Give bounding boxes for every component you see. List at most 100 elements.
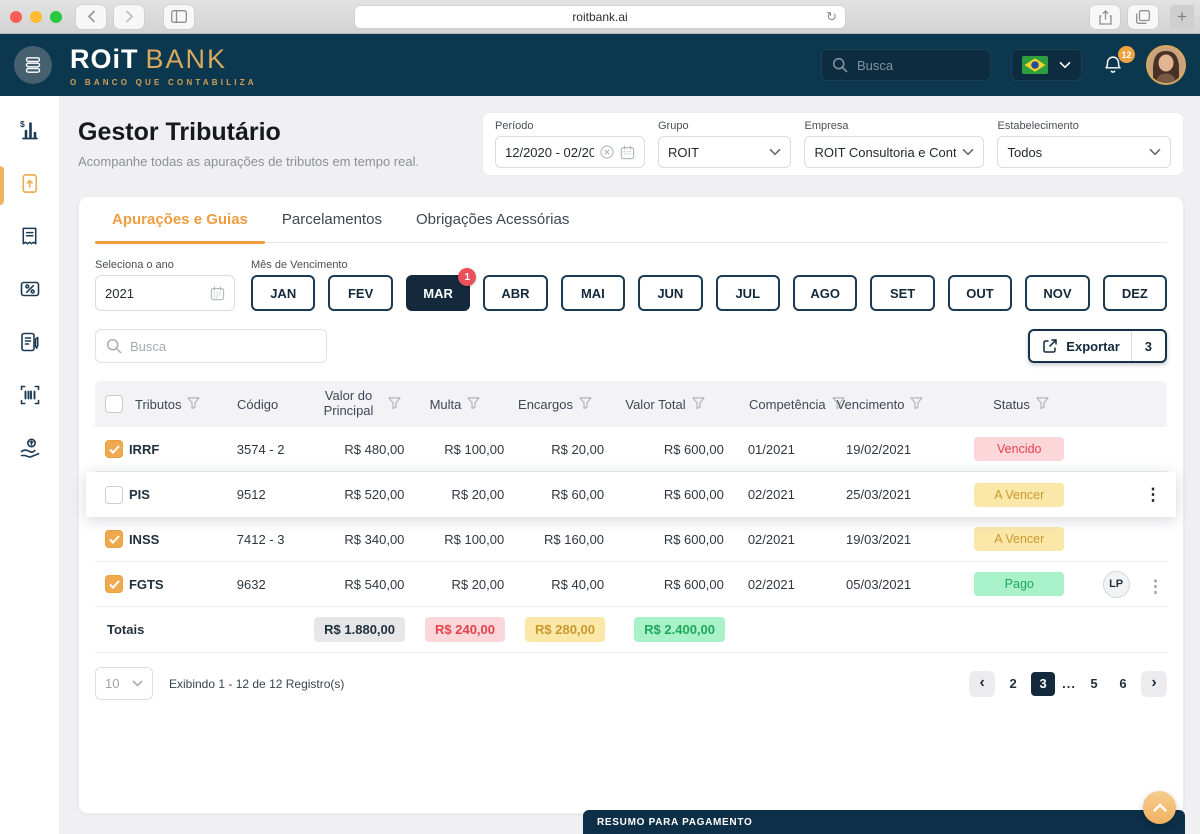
forward-button[interactable]	[114, 5, 144, 29]
minimize-window-button[interactable]	[30, 11, 42, 23]
row-menu-button[interactable]: ⋮	[1145, 486, 1162, 503]
column-header-compet-ncia[interactable]: Competência	[725, 397, 813, 412]
lp-tag-badge[interactable]: LP	[1103, 571, 1130, 598]
row-checkbox[interactable]	[105, 440, 123, 458]
filter-funnel-icon[interactable]	[1036, 397, 1049, 412]
tab-apura-es-e-guias[interactable]: Apurações e Guias	[95, 211, 265, 242]
sidebar-item-analytics[interactable]: $	[0, 106, 59, 159]
page-button-3[interactable]: 3	[1031, 672, 1055, 696]
row-checkbox[interactable]	[105, 486, 123, 504]
month-button-set[interactable]: SET	[870, 275, 934, 311]
table-search[interactable]	[95, 329, 327, 363]
column-header-vencimento[interactable]: Vencimento	[813, 397, 947, 412]
month-button-mai[interactable]: MAI	[561, 275, 625, 311]
sidebar-item-contracts[interactable]	[0, 318, 59, 371]
month-button-dez[interactable]: DEZ	[1103, 275, 1167, 311]
filter-funnel-icon[interactable]	[910, 397, 923, 409]
page-size-select[interactable]: 10	[95, 667, 153, 700]
table-row-inss[interactable]: INSS7412 - 3R$ 340,00R$ 100,00R$ 160,00R…	[95, 517, 1167, 562]
filter-select[interactable]: ROIT Consultoria e Contabili...	[804, 136, 984, 168]
sidebar-item-tax-manager[interactable]	[0, 159, 59, 212]
clear-icon[interactable]	[600, 145, 614, 159]
column-header-multa[interactable]: Multa	[405, 397, 505, 412]
month-button-jun[interactable]: JUN	[638, 275, 702, 311]
share-button[interactable]	[1090, 5, 1120, 29]
page-button-6[interactable]: 6	[1112, 672, 1134, 696]
sidebar-item-payments[interactable]	[0, 424, 59, 477]
language-selector[interactable]	[1011, 49, 1082, 81]
user-avatar[interactable]	[1146, 45, 1186, 85]
main-menu-button[interactable]	[14, 46, 52, 84]
sidebar-item-receipts[interactable]	[0, 212, 59, 265]
month-button-nov[interactable]: NOV	[1025, 275, 1089, 311]
column-header-c-digo[interactable]: Código	[223, 397, 311, 412]
column-header-valor-total[interactable]: Valor Total	[605, 397, 725, 412]
filter-select[interactable]: ROIT	[658, 136, 791, 168]
tab-parcelamentos[interactable]: Parcelamentos	[265, 211, 399, 242]
table-search-input[interactable]	[130, 339, 300, 354]
reload-icon[interactable]: ↻	[826, 9, 837, 25]
back-button[interactable]	[76, 5, 106, 29]
notifications-button[interactable]: 12	[1102, 53, 1126, 77]
content-card: Apurações e GuiasParcelamentosObrigações…	[78, 196, 1184, 814]
column-header-valor-do-principal[interactable]: Valor do Principal	[311, 389, 405, 419]
filter-funnel-icon[interactable]	[1036, 397, 1049, 409]
table-row-fgts[interactable]: FGTS9632R$ 540,00R$ 20,00R$ 40,00R$ 600,…	[95, 562, 1167, 607]
table-row-irrf[interactable]: IRRF3574 - 2R$ 480,00R$ 100,00R$ 20,00R$…	[95, 427, 1167, 472]
filter-select[interactable]: Todos	[997, 136, 1171, 168]
close-window-button[interactable]	[10, 11, 22, 23]
sidebar-toggle-button[interactable]	[164, 5, 194, 29]
tab-overview-button[interactable]	[1128, 5, 1158, 29]
filter-funnel-icon[interactable]	[467, 397, 480, 412]
new-tab-button[interactable]: +	[1170, 5, 1194, 29]
sidebar-item-barcode[interactable]	[0, 371, 59, 424]
filter-funnel-icon[interactable]	[910, 397, 923, 412]
filter-funnel-icon[interactable]	[579, 397, 592, 412]
month-button-out[interactable]: OUT	[948, 275, 1012, 311]
address-bar[interactable]: roitbank.ai ↻	[355, 6, 845, 28]
zoom-window-button[interactable]	[50, 11, 62, 23]
expand-summary-button[interactable]	[1143, 791, 1176, 824]
month-button-fev[interactable]: FEV	[328, 275, 392, 311]
sidebar-item-tax-percent[interactable]	[0, 265, 59, 318]
column-header-encargos[interactable]: Encargos	[505, 397, 605, 412]
export-button[interactable]: Exportar 3	[1028, 329, 1167, 363]
next-page-button[interactable]: ›	[1141, 671, 1167, 697]
totals-badge-multa: R$ 240,00	[425, 617, 505, 642]
month-button-ago[interactable]: AGO	[793, 275, 857, 311]
column-header-status[interactable]: Status	[947, 397, 1095, 412]
filter-funnel-icon[interactable]	[187, 397, 200, 409]
chevron-down-icon	[769, 148, 781, 156]
month-button-abr[interactable]: ABR	[483, 275, 547, 311]
cell-codigo: 3574 - 2	[223, 442, 311, 457]
filter-funnel-icon[interactable]	[692, 397, 705, 412]
clear-icon[interactable]	[600, 145, 614, 159]
filter-funnel-icon[interactable]	[388, 397, 401, 412]
year-input[interactable]: 2021	[95, 275, 235, 311]
payment-summary-bar[interactable]: RESUMO PARA PAGAMENTO	[583, 810, 1185, 834]
month-button-jan[interactable]: JAN	[251, 275, 315, 311]
column-header-tributos[interactable]: Tributos	[129, 397, 223, 412]
filter-funnel-icon[interactable]	[388, 397, 401, 409]
filter-funnel-icon[interactable]	[187, 397, 200, 412]
month-button-jul[interactable]: JUL	[716, 275, 780, 311]
select-all-checkbox[interactable]	[105, 395, 123, 413]
filter-funnel-icon[interactable]	[467, 397, 480, 409]
tab-obriga-es-acess-rias[interactable]: Obrigações Acessórias	[399, 211, 586, 242]
previous-page-button[interactable]: ‹	[969, 671, 995, 697]
header-search[interactable]	[821, 49, 991, 81]
filter-funnel-icon[interactable]	[579, 397, 592, 409]
page-button-5[interactable]: 5	[1083, 672, 1105, 696]
row-checkbox[interactable]	[105, 530, 123, 548]
brand-logo[interactable]: ROiT BANK O BANCO QUE CONTABILIZA	[70, 44, 257, 87]
row-menu-button[interactable]: ⋮	[1147, 578, 1159, 590]
filter-funnel-icon[interactable]	[692, 397, 705, 409]
header-search-input[interactable]	[857, 58, 967, 73]
table-row-pis[interactable]: PIS9512R$ 520,00R$ 20,00R$ 60,00R$ 600,0…	[86, 472, 1176, 517]
filter-daterange-input[interactable]: 12/2020 - 02/2021	[495, 136, 645, 168]
month-button-mar[interactable]: MAR1	[406, 275, 470, 311]
row-checkbox[interactable]	[105, 575, 123, 593]
page-button-2[interactable]: 2	[1002, 672, 1024, 696]
column-label: Multa	[430, 397, 462, 412]
brazil-flag-icon	[1022, 56, 1048, 74]
